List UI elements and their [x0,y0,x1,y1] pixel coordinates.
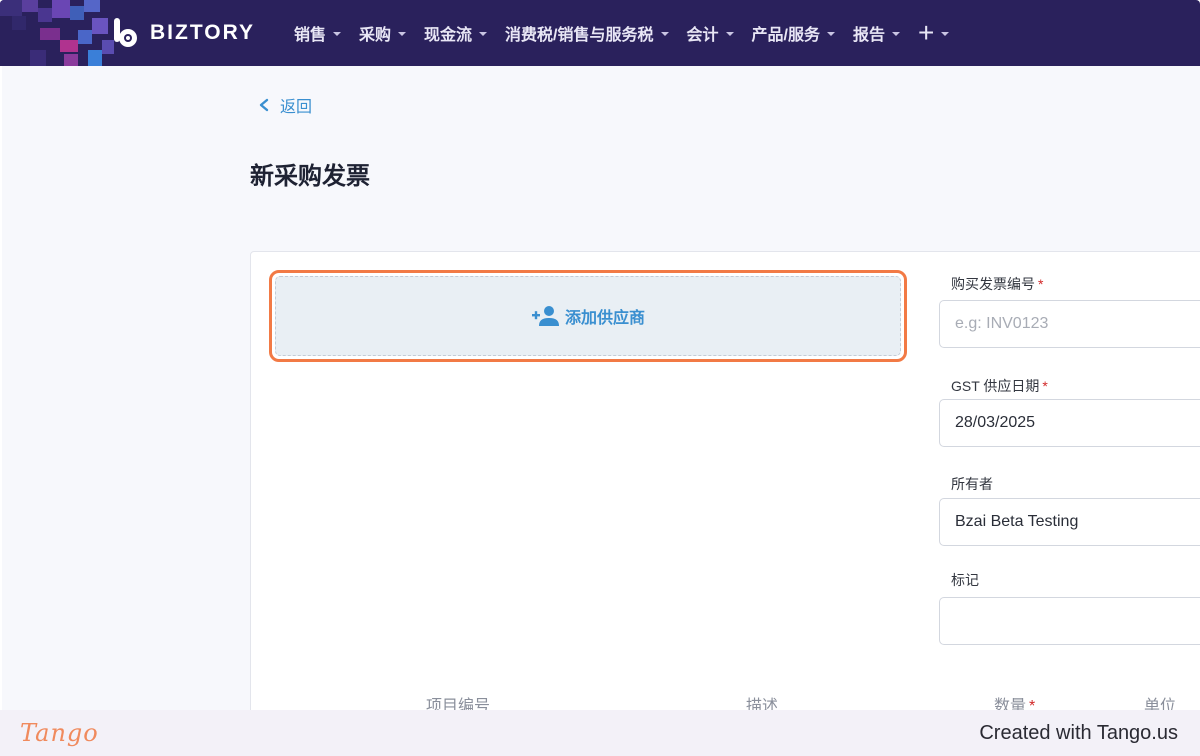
biztory-logo-icon [114,18,137,47]
caret-down-icon [479,32,488,36]
nav-label: 销售 [294,27,327,44]
back-label: 返回 [280,99,313,116]
quantity-header-text: 数量 [994,698,1027,710]
nav-sales[interactable]: 销售 [294,21,342,45]
biztory-logo[interactable]: BIZTORY [110,14,255,52]
nav-add-menu[interactable]: + [917,17,950,48]
tags-input[interactable] [939,597,1200,645]
required-mark: * [1038,276,1044,292]
required-mark: * [1029,698,1036,710]
nav-cashflow[interactable]: 现金流 [424,21,488,45]
tags-label: 标记 [951,572,979,588]
owner-value: Bzai Beta Testing [955,513,1079,530]
tango-footer: Tango Created with Tango.us [0,710,1200,756]
caret-down-icon [660,32,669,36]
caret-down-icon [398,32,407,36]
gst-date-label: GST 供应日期 * [951,376,1048,396]
nav-label: 报告 [852,27,885,44]
top-navbar: BIZTORY 销售 采购 现金流 消费税/销售与服务税 会计 产品/服务 报告… [0,0,1200,66]
gst-date-label-text: GST 供应日期 [951,378,1040,394]
gst-date-input[interactable]: 28/03/2025 [939,399,1200,447]
nav-label: 现金流 [424,27,473,44]
invoice-number-label: 购买发票编号 * [951,274,1043,294]
column-header-quantity: 数量 * [994,692,1035,710]
main-content: 返回 新采购发票 添加供应商 购买发票编号 * e.g: INV0123 GST … [2,66,1200,710]
gst-date-value: 28/03/2025 [955,414,1036,431]
caret-down-icon [725,32,734,36]
caret-down-icon [826,32,835,36]
invoice-number-label-text: 购买发票编号 [951,276,1035,292]
column-header-description: 描述 [746,698,779,710]
nav-label: 采购 [359,27,392,44]
add-supplier-label: 添加供应商 [564,310,645,327]
tango-logo: Tango [20,719,99,747]
main-nav: 销售 采购 现金流 消费税/销售与服务税 会计 产品/服务 报告 + [294,0,967,66]
caret-down-icon [333,32,342,36]
owner-label: 所有者 [951,476,993,492]
caret-down-icon [891,32,900,36]
add-user-icon [531,306,559,326]
caret-down-icon [941,32,950,36]
nav-label: 产品/服务 [751,27,820,44]
plus-icon: + [917,17,935,48]
nav-label: 会计 [686,27,719,44]
add-supplier-button[interactable]: 添加供应商 [269,270,907,362]
page-title: 新采购发票 [250,163,370,190]
invoice-number-input[interactable]: e.g: INV0123 [939,300,1200,348]
chevron-left-icon [259,98,269,112]
nav-reports[interactable]: 报告 [853,21,900,45]
invoice-form-card: 添加供应商 购买发票编号 * e.g: INV0123 GST 供应日期 * 28/… [250,251,1200,710]
created-with-text: Created with Tango.us [979,721,1178,744]
nav-purchases[interactable]: 采购 [359,21,407,45]
brand-name: BIZTORY [150,21,256,44]
nav-products[interactable]: 产品/服务 [752,21,835,45]
nav-tax[interactable]: 消费税/销售与服务税 [505,21,669,45]
column-header-unit: 单位 [1144,698,1177,710]
nav-label: 消费税/销售与服务税 [505,27,654,44]
required-mark: * [1042,378,1048,394]
add-supplier-dropzone: 添加供应商 [275,276,901,356]
owner-select[interactable]: Bzai Beta Testing [939,498,1200,546]
back-link[interactable]: 返回 [258,93,312,117]
invoice-number-placeholder: e.g: INV0123 [955,315,1049,332]
nav-accounting[interactable]: 会计 [687,21,734,45]
column-header-item-code: 项目编号 [426,698,491,710]
